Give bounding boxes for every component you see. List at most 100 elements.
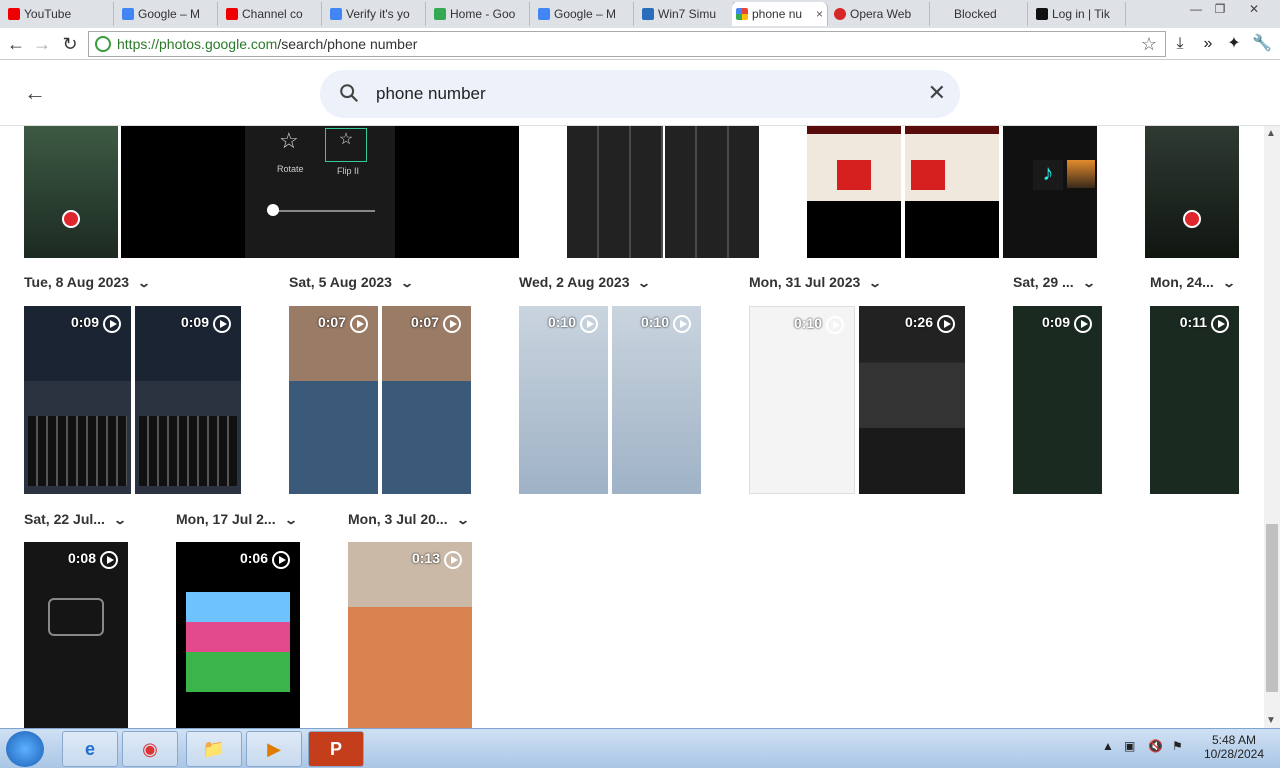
chevron-down-icon[interactable]: ⌄ bbox=[637, 276, 651, 290]
play-icon[interactable] bbox=[350, 315, 368, 333]
tab-google-1[interactable]: Google – M bbox=[118, 2, 218, 26]
bookmark-star-icon[interactable]: ☆ bbox=[1141, 34, 1157, 55]
video-thumbnail[interactable]: 0:07 bbox=[382, 306, 471, 494]
system-clock[interactable]: 5:48 AM 10/28/2024 bbox=[1196, 733, 1272, 761]
date-group-header[interactable]: Sat, 5 Aug 2023 ⌄ bbox=[289, 274, 414, 290]
address-bar[interactable]: https://photos.google.com/search/phone n… bbox=[88, 31, 1166, 57]
network-icon[interactable]: ▣ bbox=[1124, 739, 1135, 753]
tab-verify[interactable]: Verify it's yo bbox=[326, 2, 426, 26]
date-group-header[interactable]: Sat, 29 ... ⌄ bbox=[1013, 274, 1096, 290]
video-thumbnail[interactable]: 0:09 bbox=[135, 306, 241, 494]
video-thumbnail[interactable]: 0:07 bbox=[289, 306, 378, 494]
photo-thumbnail[interactable] bbox=[1145, 126, 1239, 258]
tab-google-2[interactable]: Google – M bbox=[534, 2, 634, 26]
date-group-header[interactable]: Sat, 22 Jul... ⌄ bbox=[24, 511, 127, 527]
photo-thumbnail[interactable] bbox=[121, 126, 245, 258]
video-thumbnail[interactable]: 0:26 bbox=[859, 306, 965, 494]
opera-icon bbox=[834, 8, 846, 20]
tab-win7[interactable]: Win7 Simu bbox=[638, 2, 734, 26]
tab-youtube[interactable]: YouTube bbox=[4, 2, 114, 26]
close-tab-icon[interactable]: × bbox=[816, 2, 823, 26]
play-icon[interactable] bbox=[673, 315, 691, 333]
youtube-icon bbox=[226, 8, 238, 20]
search-box[interactable]: phone number ✕ bbox=[320, 70, 960, 118]
chevron-down-icon[interactable]: ⌄ bbox=[284, 513, 298, 527]
video-thumbnail[interactable]: 0:06 bbox=[176, 542, 300, 728]
page-scrollbar[interactable]: ▲ ▼ bbox=[1264, 126, 1280, 728]
tab-tiktok[interactable]: Log in | Tik bbox=[1032, 2, 1126, 26]
scroll-down-icon[interactable]: ▼ bbox=[1266, 715, 1276, 726]
play-icon[interactable] bbox=[443, 315, 461, 333]
date-group-header[interactable]: Wed, 2 Aug 2023 ⌄ bbox=[519, 274, 652, 290]
wrench-menu-icon[interactable]: 🔧 bbox=[1250, 32, 1274, 56]
scrollbar-thumb[interactable] bbox=[1266, 524, 1278, 692]
tab-opera[interactable]: Opera Web bbox=[830, 2, 930, 26]
chevron-down-icon[interactable]: ⌄ bbox=[113, 513, 127, 527]
media-player-icon[interactable]: ▶ bbox=[246, 731, 302, 767]
date-group-header[interactable]: Mon, 31 Jul 2023 ⌄ bbox=[749, 274, 882, 290]
chevron-down-icon[interactable]: ⌄ bbox=[137, 276, 151, 290]
photo-thumbnail[interactable] bbox=[905, 126, 999, 258]
clear-search-icon[interactable]: ✕ bbox=[928, 80, 946, 106]
powerpoint-icon[interactable]: P bbox=[308, 731, 364, 767]
video-thumbnail[interactable]: 0:10 bbox=[749, 306, 855, 494]
photo-thumbnail[interactable] bbox=[395, 126, 519, 258]
play-icon[interactable] bbox=[100, 551, 118, 569]
date-group-header[interactable]: Mon, 17 Jul 2... ⌄ bbox=[176, 511, 298, 527]
play-icon[interactable] bbox=[103, 315, 121, 333]
tab-channel[interactable]: Channel co bbox=[222, 2, 322, 26]
play-icon[interactable] bbox=[272, 551, 290, 569]
chrome-icon[interactable]: ◉ bbox=[122, 731, 178, 767]
play-icon[interactable] bbox=[580, 315, 598, 333]
date-group-header[interactable]: Mon, 24... ⌄ bbox=[1150, 274, 1236, 290]
tab-phone-number[interactable]: phone nu × bbox=[732, 2, 828, 26]
explorer-folder-icon[interactable]: 📁 bbox=[186, 731, 242, 767]
search-input[interactable]: phone number bbox=[376, 84, 486, 104]
video-thumbnail[interactable]: 0:10 bbox=[612, 306, 701, 494]
action-center-flag-icon[interactable]: ⚑ bbox=[1172, 739, 1183, 753]
downloads-icon[interactable]: ⤓ bbox=[1168, 32, 1192, 56]
play-icon[interactable] bbox=[1074, 315, 1092, 333]
tray-arrow-icon[interactable]: ▲ bbox=[1102, 739, 1114, 753]
play-icon[interactable] bbox=[213, 315, 231, 333]
maximize-button[interactable]: ❐ bbox=[1208, 0, 1232, 18]
tab-blocked[interactable]: Blocked bbox=[934, 2, 1028, 26]
video-thumbnail[interactable]: 0:11 bbox=[1150, 306, 1239, 494]
date-group-header[interactable]: Tue, 8 Aug 2023 ⌄ bbox=[24, 274, 151, 290]
volume-muted-icon[interactable]: 🔇 bbox=[1148, 739, 1163, 753]
chevron-down-icon[interactable]: ⌄ bbox=[400, 276, 414, 290]
chevron-down-icon[interactable]: ⌄ bbox=[1082, 276, 1096, 290]
more-chevron-icon[interactable]: » bbox=[1196, 32, 1220, 56]
video-thumbnail[interactable]: 0:10 bbox=[519, 306, 608, 494]
photo-thumbnail[interactable] bbox=[665, 126, 759, 258]
date-group-header[interactable]: Mon, 3 Jul 20... ⌄ bbox=[348, 511, 470, 527]
minimize-button[interactable]: — bbox=[1184, 0, 1208, 18]
video-thumbnail[interactable]: 0:09 bbox=[1013, 306, 1102, 494]
reload-button[interactable]: ↻ bbox=[58, 32, 82, 56]
play-icon[interactable] bbox=[444, 551, 462, 569]
play-icon[interactable] bbox=[826, 316, 844, 334]
play-icon[interactable] bbox=[1211, 315, 1229, 333]
photo-thumbnail[interactable] bbox=[24, 126, 118, 258]
forward-button[interactable]: → bbox=[30, 32, 54, 56]
site-icon bbox=[642, 8, 654, 20]
photo-thumbnail[interactable]: ♪ bbox=[1003, 126, 1097, 258]
scroll-up-icon[interactable]: ▲ bbox=[1266, 128, 1276, 139]
video-thumbnail[interactable]: 0:13 bbox=[348, 542, 472, 728]
internet-explorer-icon[interactable]: e bbox=[62, 731, 118, 767]
play-icon[interactable] bbox=[937, 315, 955, 333]
close-window-button[interactable]: ✕ bbox=[1242, 0, 1266, 18]
chevron-down-icon[interactable]: ⌄ bbox=[1222, 276, 1236, 290]
photo-thumbnail[interactable]: ☆ Rotate ☆ Flip II bbox=[245, 126, 395, 258]
back-button[interactable]: ← bbox=[4, 32, 28, 56]
chevron-down-icon[interactable]: ⌄ bbox=[868, 276, 882, 290]
photo-thumbnail[interactable] bbox=[807, 126, 901, 258]
extensions-icon[interactable]: ✦ bbox=[1222, 32, 1246, 56]
start-button[interactable] bbox=[6, 731, 44, 767]
video-thumbnail[interactable]: 0:08 bbox=[24, 542, 128, 728]
video-thumbnail[interactable]: 0:09 bbox=[24, 306, 131, 494]
photo-thumbnail[interactable] bbox=[567, 126, 663, 258]
chevron-down-icon[interactable]: ⌄ bbox=[456, 513, 470, 527]
tab-home[interactable]: Home - Goo bbox=[430, 2, 530, 26]
back-arrow-icon[interactable]: ← bbox=[24, 80, 46, 106]
